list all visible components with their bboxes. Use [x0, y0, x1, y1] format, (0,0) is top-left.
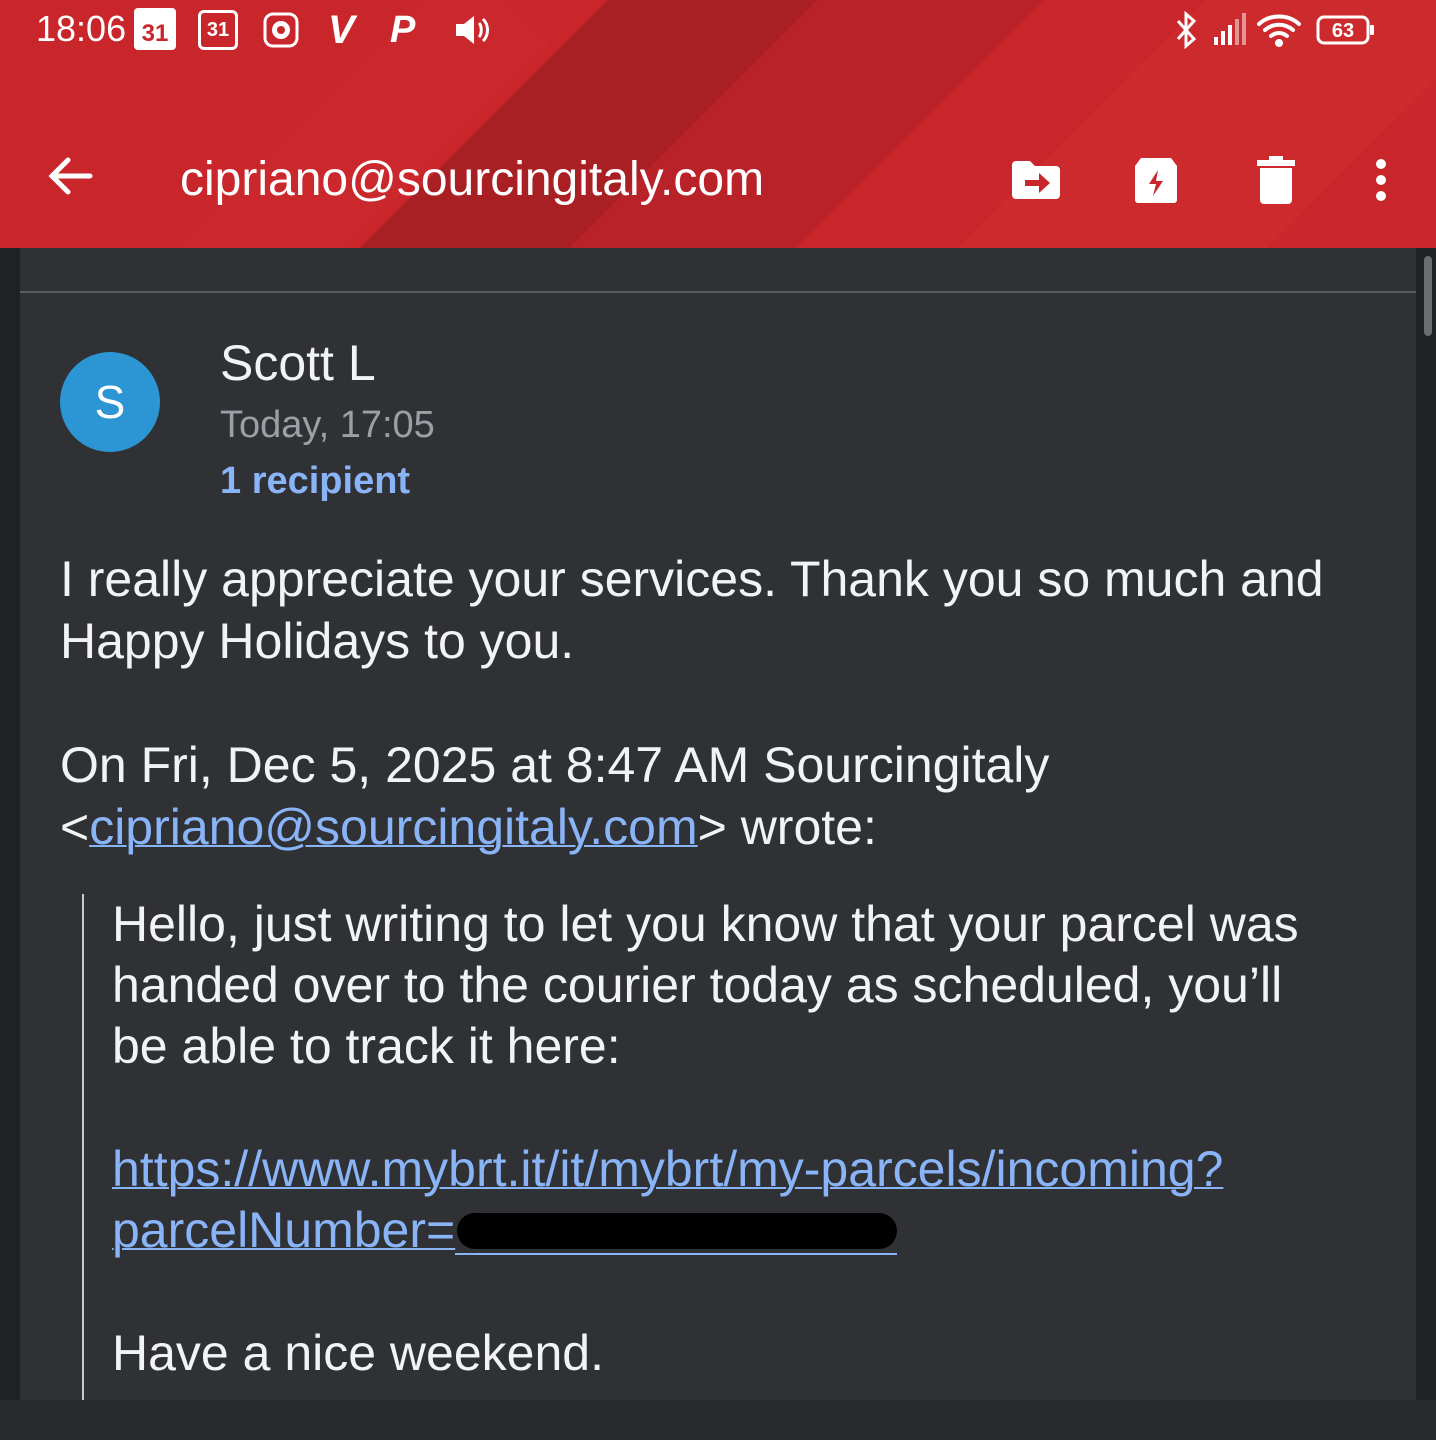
paypal-icon: P [390, 8, 416, 51]
status-time: 18:06 [36, 8, 127, 49]
quoted-line: be able to track it here: [112, 1018, 621, 1074]
quote-header: On Fri, Dec 5, 2025 at 8:47 AM Sourcingi… [60, 737, 1050, 793]
bottom-bar [0, 1400, 1436, 1440]
battery-level: 63 [1332, 20, 1354, 42]
more-vert-icon[interactable] [1354, 152, 1408, 208]
closing-line: Have a nice weekend. [112, 1325, 604, 1381]
battery-icon: 63 [1316, 10, 1376, 50]
status-bar: 18:06 31 31 V P 63 [0, 0, 1436, 62]
tracking-link[interactable]: https://www.mybrt.it/it/mybrt/my-parcels… [112, 1141, 1223, 1197]
sender-name[interactable]: Scott L [220, 334, 376, 392]
message-body: I really appreciate your services. Thank… [60, 548, 1380, 858]
reply-line: I really appreciate your services. Thank… [60, 551, 1324, 607]
quote-header: <cipriano@sourcingitaly.com> wrote: [60, 796, 1380, 858]
tracking-link[interactable]: parcelNumber= [112, 1202, 455, 1258]
wifi-icon [1256, 10, 1302, 50]
sender-email-link[interactable]: cipriano@sourcingitaly.com [89, 799, 697, 855]
move-to-folder-icon[interactable] [1008, 152, 1064, 208]
quote-header-text: < [60, 799, 90, 855]
quote-header-text: > wrote: [697, 799, 877, 855]
scrollbar[interactable] [1424, 256, 1432, 336]
signal-icon [1210, 10, 1250, 50]
delete-icon[interactable] [1248, 152, 1304, 208]
bluetooth-icon [1172, 10, 1200, 50]
message-pane: S Scott L Today, 17:05 1 recipient I rea… [20, 248, 1416, 1400]
v-app-icon: V [328, 7, 355, 52]
quoted-message: Hello, just writing to let you know that… [112, 894, 1382, 1384]
divider [20, 291, 1416, 293]
calendar-day: 31 [206, 18, 230, 41]
page-title: cipriano@sourcingitaly.com [180, 153, 765, 206]
message-date: Today, 17:05 [220, 404, 435, 446]
calendar-icon: 31 [134, 8, 176, 50]
avatar[interactable]: S [60, 352, 160, 452]
quoted-line: Hello, just writing to let you know that… [112, 896, 1299, 952]
quote-bar [82, 894, 84, 1400]
volume-icon [452, 10, 492, 50]
lion-app-icon [262, 10, 300, 50]
app-header: 18:06 31 31 V P 63 cipriano@sourcingital… [0, 0, 1436, 248]
calendar-outline-icon: 31 [198, 10, 238, 50]
recipients-link[interactable]: 1 recipient [220, 460, 410, 503]
calendar-day: 31 [141, 20, 169, 47]
redaction-mark [455, 1200, 898, 1261]
reply-line: Happy Holidays to you. [60, 613, 575, 669]
snooze-icon[interactable] [1128, 152, 1184, 208]
toolbar: cipriano@sourcingitaly.com [0, 62, 1436, 248]
back-arrow-icon[interactable] [44, 150, 96, 202]
quoted-line: handed over to the courier today as sche… [112, 957, 1283, 1013]
